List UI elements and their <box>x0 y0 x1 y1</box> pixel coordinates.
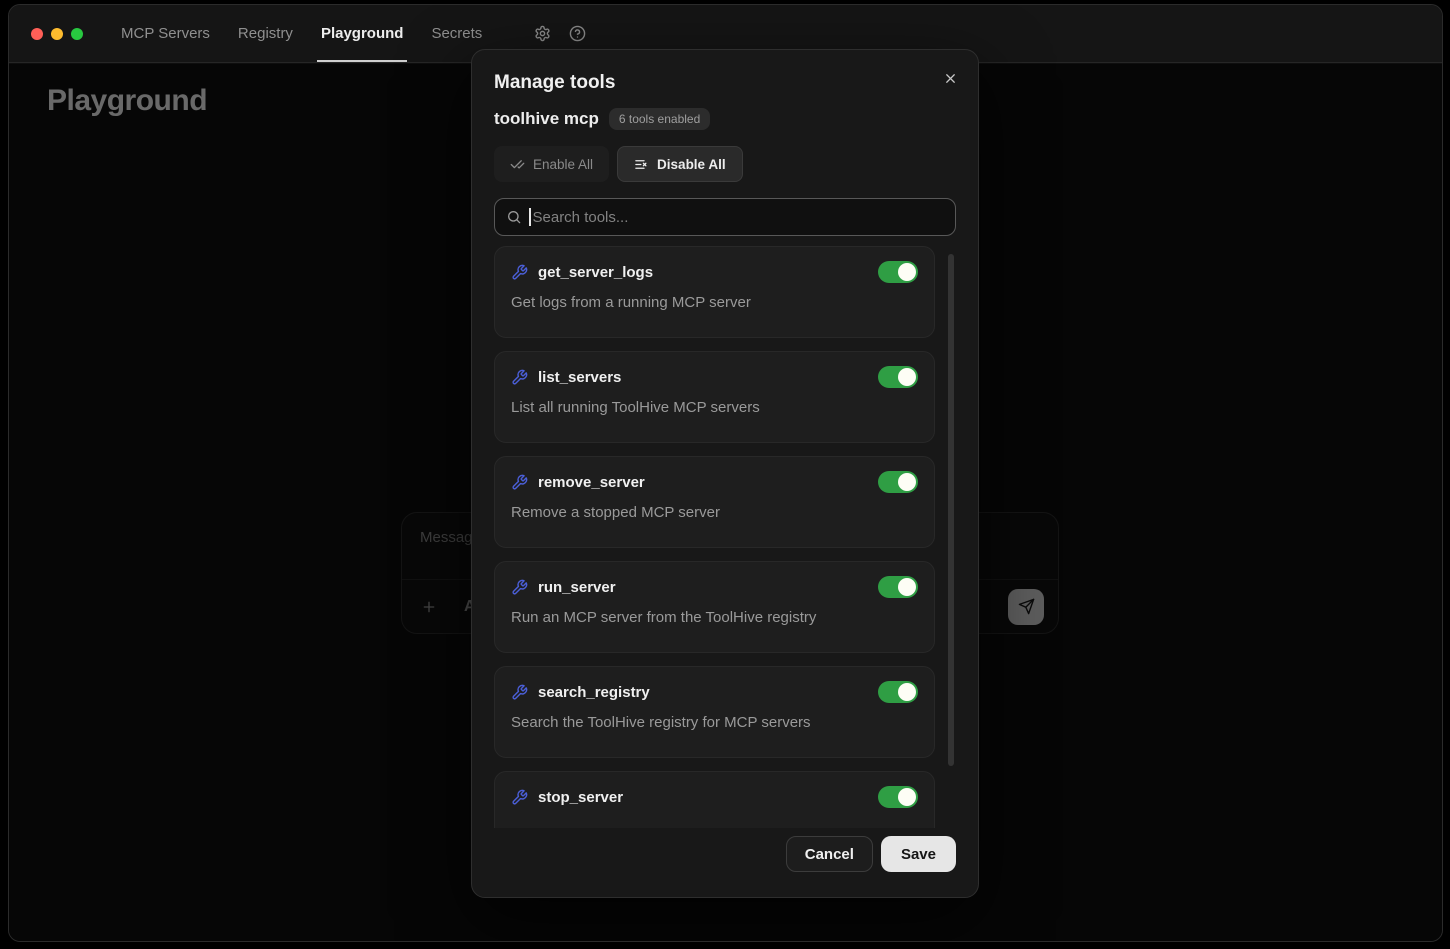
enable-all-button[interactable]: Enable All <box>494 146 609 182</box>
traffic-lights <box>9 28 83 40</box>
close-icon <box>943 71 958 86</box>
wrench-icon <box>511 789 528 806</box>
tool-name: run_server <box>538 579 616 596</box>
tool-description: Get logs from a running MCP server <box>511 294 918 311</box>
tool-toggle[interactable] <box>878 786 918 808</box>
check-check-icon <box>510 157 525 172</box>
tool-toggle[interactable] <box>878 471 918 493</box>
toggle-knob <box>898 368 916 386</box>
tool-name: get_server_logs <box>538 264 653 281</box>
gear-icon <box>534 25 551 42</box>
tool-toggle[interactable] <box>878 681 918 703</box>
manage-tools-dialog: Manage tools toolhive mcp 6 tools enable… <box>471 49 979 898</box>
help-button[interactable] <box>563 20 591 48</box>
tool-card: run_server Run an MCP server from the To… <box>494 561 935 653</box>
toggle-knob <box>898 578 916 596</box>
settings-button[interactable] <box>528 20 556 48</box>
disable-all-button[interactable]: Disable All <box>617 146 743 182</box>
wrench-icon <box>511 264 528 281</box>
wrench-icon <box>511 684 528 701</box>
search-input[interactable] <box>531 209 945 226</box>
scrollbar-thumb[interactable] <box>948 254 954 766</box>
toggle-knob <box>898 473 916 491</box>
tool-card: search_registry Search the ToolHive regi… <box>494 666 935 758</box>
toggle-knob <box>898 263 916 281</box>
tool-search-box <box>494 198 956 236</box>
close-dialog-button[interactable] <box>938 66 962 90</box>
minimize-window-button[interactable] <box>51 28 63 40</box>
save-button[interactable]: Save <box>881 836 956 872</box>
app-window: MCP ServersRegistryPlaygroundSecrets Pla… <box>8 4 1443 942</box>
wrench-icon <box>511 369 528 386</box>
tool-card: stop_server <box>494 771 935 828</box>
tool-card: get_server_logs Get logs from a running … <box>494 246 935 338</box>
tool-description: Search the ToolHive registry for MCP ser… <box>511 714 918 731</box>
tool-name: remove_server <box>538 474 645 491</box>
tool-toggle[interactable] <box>878 261 918 283</box>
zoom-window-button[interactable] <box>71 28 83 40</box>
tool-name: search_registry <box>538 684 650 701</box>
server-name: toolhive mcp <box>494 109 599 129</box>
close-window-button[interactable] <box>31 28 43 40</box>
cancel-button[interactable]: Cancel <box>786 836 873 872</box>
tools-enabled-badge: 6 tools enabled <box>609 108 710 130</box>
tool-card: list_servers List all running ToolHive M… <box>494 351 935 443</box>
toggle-knob <box>898 788 916 806</box>
tool-name: list_servers <box>538 369 621 386</box>
tool-card: remove_server Remove a stopped MCP serve… <box>494 456 935 548</box>
wrench-icon <box>511 474 528 491</box>
tool-description: List all running ToolHive MCP servers <box>511 399 918 416</box>
tool-name: stop_server <box>538 789 623 806</box>
tab-mcp-servers[interactable]: MCP Servers <box>119 5 212 62</box>
enable-all-label: Enable All <box>533 157 593 172</box>
dialog-title: Manage tools <box>494 72 956 94</box>
toggle-knob <box>898 683 916 701</box>
list-x-icon <box>634 157 649 172</box>
nav-tabs: MCP ServersRegistryPlaygroundSecrets <box>119 5 508 62</box>
tab-registry[interactable]: Registry <box>236 5 295 62</box>
disable-all-label: Disable All <box>657 157 726 172</box>
help-icon <box>569 25 586 42</box>
tool-description: Remove a stopped MCP server <box>511 504 918 521</box>
tab-playground[interactable]: Playground <box>319 5 406 62</box>
tool-list: get_server_logs Get logs from a running … <box>494 246 956 828</box>
tool-toggle[interactable] <box>878 366 918 388</box>
search-icon <box>506 209 522 225</box>
tool-description: Run an MCP server from the ToolHive regi… <box>511 609 918 626</box>
wrench-icon <box>511 579 528 596</box>
tool-toggle[interactable] <box>878 576 918 598</box>
